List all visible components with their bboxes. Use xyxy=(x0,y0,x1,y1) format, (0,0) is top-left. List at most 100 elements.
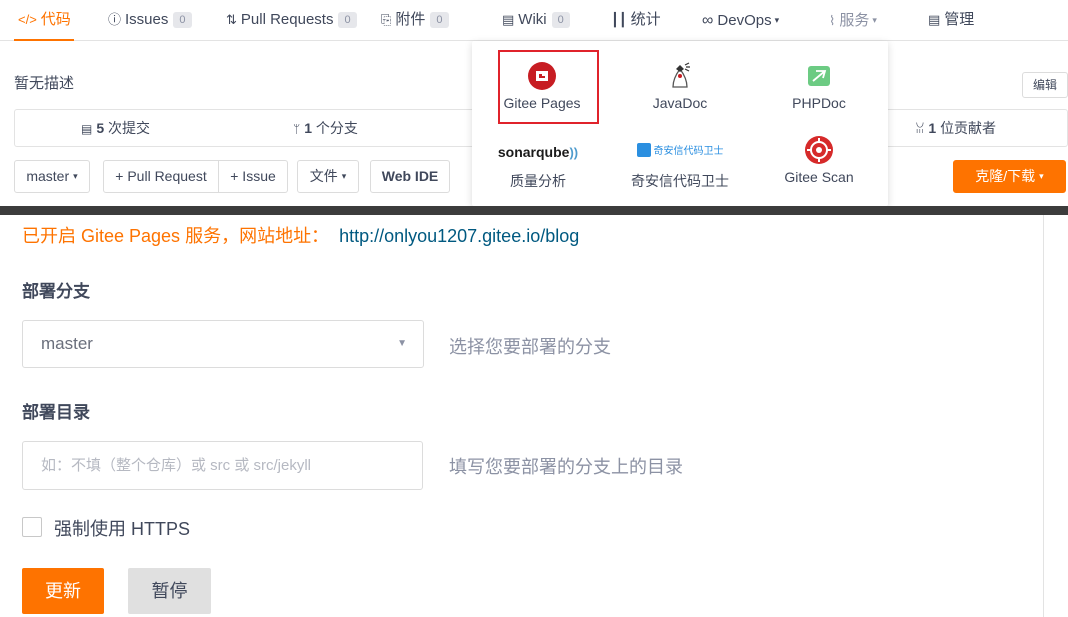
menu-item-quality-analysis[interactable]: sonarqube)) 质量分析 xyxy=(474,141,602,191)
services-dropdown-menu: Gitee Pages JavaDoc PHPDoc sonarqube)) 质… xyxy=(472,41,888,206)
panel-border xyxy=(1043,215,1044,617)
clone-download-button[interactable]: 克隆/下载 ▾ xyxy=(953,160,1066,193)
manage-icon: ▤ xyxy=(928,12,941,27)
deploy-branch-select[interactable]: master ▼ xyxy=(22,320,424,368)
tab-manage[interactable]: ▤ 管理 xyxy=(928,0,974,41)
contributors-label: 位贡献者 xyxy=(940,120,997,136)
tab-devops[interactable]: ∞ DevOps ▾ xyxy=(702,0,779,41)
deploy-directory-label: 部署目录 xyxy=(22,403,90,422)
branches-stat[interactable]: ᛘ1 个分支 xyxy=(293,110,358,146)
clone-download-label: 克隆/下载 xyxy=(975,168,1036,184)
force-https-checkbox[interactable] xyxy=(22,517,42,537)
menu-item-label: PHPDoc xyxy=(792,95,846,111)
sonarqube-logo-text: sonarqube xyxy=(497,144,570,160)
issues-count-badge: 0 xyxy=(173,12,192,28)
qianxin-logo-text: 奇安信代码卫士 xyxy=(653,146,724,157)
commits-stat[interactable]: ▤ 5 次提交 xyxy=(81,110,150,146)
issue-icon: ⓘ xyxy=(108,12,122,27)
tab-devops-label: DevOps xyxy=(717,12,772,29)
shield-icon xyxy=(636,143,651,157)
site-url-link[interactable]: http://onlyou1207.gitee.io/blog xyxy=(339,226,579,246)
branches-count: 1 xyxy=(304,120,312,136)
files-menu-label: 文件 xyxy=(309,168,338,184)
pull-requests-count-badge: 0 xyxy=(338,12,357,28)
code-icon: </> xyxy=(18,12,37,27)
contributors-stat[interactable]: ꈍ1 位贡献者 xyxy=(915,110,996,146)
pull-request-icon: ⇅ xyxy=(226,12,237,27)
tab-pull-requests[interactable]: ⇅ Pull Requests 0 xyxy=(226,0,357,41)
web-ide-button[interactable]: Web IDE xyxy=(370,160,450,193)
deploy-branch-label: 部署分支 xyxy=(22,282,90,301)
javadoc-icon xyxy=(672,62,690,88)
sonar-wave-icon: )) xyxy=(569,145,579,160)
new-pull-request-button[interactable]: + Pull Request xyxy=(103,160,219,193)
chart-icon: ┃┃ xyxy=(611,12,627,27)
new-issue-button[interactable]: + Issue xyxy=(218,160,288,193)
menu-item-label: 质量分析 xyxy=(510,173,566,189)
phpdoc-icon xyxy=(808,66,830,86)
menu-item-label: 奇安信代码卫士 xyxy=(631,173,729,189)
commits-label: 次提交 xyxy=(108,120,151,136)
commit-icon: ▤ xyxy=(81,122,93,136)
tab-code-label: 代码 xyxy=(40,11,71,28)
repo-description: 暂无描述 xyxy=(14,75,75,92)
repo-tab-bar: </> 代码 ⓘ Issues 0 ⇅ Pull Requests 0 ⎘ 附件 0 ▤ Wik… xyxy=(0,0,1068,41)
commits-count: 5 xyxy=(96,120,105,136)
gitee-repo-page: </> 代码 ⓘ Issues 0 ⇅ Pull Requests 0 ⎘ 附件 0 ▤ Wik… xyxy=(0,0,1068,617)
tab-code[interactable]: </> 代码 xyxy=(14,0,74,41)
deploy-directory-hint: 填写您要部署的分支上的目录 xyxy=(449,457,683,477)
menu-item-label: Gitee Pages xyxy=(503,95,581,111)
update-button[interactable]: 更新 xyxy=(22,568,104,614)
chevron-down-icon: ▾ xyxy=(774,15,780,25)
tab-attachments[interactable]: ⎘ 附件 0 xyxy=(381,0,449,41)
branch-icon: ᛘ xyxy=(293,122,301,136)
pause-button[interactable]: 暂停 xyxy=(128,568,211,614)
files-menu-button[interactable]: 文件 ▾ xyxy=(297,160,359,193)
wiki-count-badge: 0 xyxy=(551,12,570,28)
tab-services-label: 服务 xyxy=(839,12,870,29)
contributors-count: 1 xyxy=(928,120,937,136)
gitee-scan-icon xyxy=(805,136,833,164)
infinity-icon: ∞ xyxy=(702,12,714,29)
chevron-down-icon: ▾ xyxy=(1039,171,1044,181)
deploy-branch-value: master xyxy=(41,334,93,353)
chevron-down-icon: ▾ xyxy=(872,15,877,25)
edit-description-button[interactable]: 编辑 xyxy=(1022,72,1068,98)
section-divider xyxy=(0,206,1068,215)
pages-status-line: 已开启 Gitee Pages 服务，网站地址： http://onlyou120… xyxy=(22,222,579,248)
branch-select-label: master xyxy=(26,168,70,184)
menu-item-phpdoc[interactable]: PHPDoc xyxy=(759,61,879,111)
tab-issues[interactable]: ⓘ Issues 0 xyxy=(108,0,192,41)
tab-wiki[interactable]: ▤ Wiki 0 xyxy=(502,0,570,41)
menu-item-qianxin[interactable]: 奇安信代码卫士 奇安信代码卫士 xyxy=(620,141,740,191)
force-https-label: 强制使用 HTTPS xyxy=(54,519,191,539)
attachments-count-badge: 0 xyxy=(430,12,449,28)
menu-item-javadoc[interactable]: JavaDoc xyxy=(620,61,740,111)
tab-issues-label: Issues xyxy=(125,11,169,28)
tab-pull-requests-label: Pull Requests xyxy=(240,11,334,28)
qianxin-logo: 奇安信代码卫士 xyxy=(620,141,740,163)
menu-item-label: Gitee Scan xyxy=(784,169,854,185)
tab-statistics[interactable]: ┃┃ 统计 xyxy=(611,0,661,41)
deploy-directory-input[interactable] xyxy=(22,441,423,490)
chevron-down-icon: ▾ xyxy=(341,171,347,181)
gitee-pages-settings: 已开启 Gitee Pages 服务，网站地址： http://onlyou120… xyxy=(0,215,1068,617)
tab-services[interactable]: ⌇ 服务 ▾ xyxy=(829,0,877,41)
tab-manage-label: 管理 xyxy=(944,11,975,28)
pages-status-text: 已开启 Gitee Pages 服务，网站地址： xyxy=(22,226,330,246)
branches-label: 个分支 xyxy=(315,120,358,136)
gitee-pages-icon xyxy=(528,62,556,90)
wiki-icon: ▤ xyxy=(502,12,515,27)
contributors-icon: ꈍ xyxy=(915,122,925,136)
chevron-down-icon: ▼ xyxy=(397,338,407,349)
menu-item-label: JavaDoc xyxy=(652,95,708,111)
menu-item-gitee-pages[interactable]: Gitee Pages xyxy=(482,61,602,111)
deploy-branch-hint: 选择您要部署的分支 xyxy=(449,337,611,357)
branch-select[interactable]: master ▾ xyxy=(14,160,90,193)
menu-item-gitee-scan[interactable]: Gitee Scan xyxy=(759,135,879,185)
tab-attachments-label: 附件 xyxy=(395,11,426,28)
sonarqube-logo: sonarqube)) xyxy=(474,141,602,163)
paperclip-icon: ⎘ xyxy=(381,12,392,27)
repo-header-panel: </> 代码 ⓘ Issues 0 ⇅ Pull Requests 0 ⎘ 附件 0 ▤ Wik… xyxy=(0,0,1068,206)
tab-wiki-label: Wiki xyxy=(518,11,547,28)
